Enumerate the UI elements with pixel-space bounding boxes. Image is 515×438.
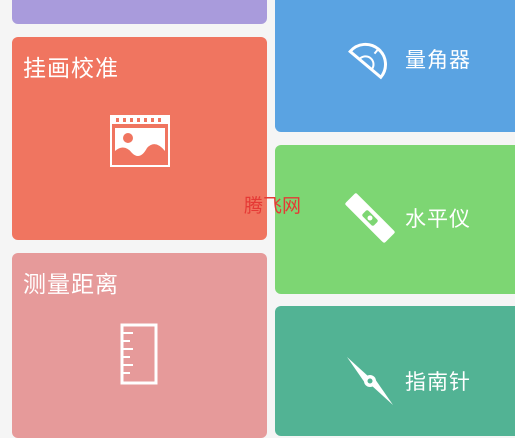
tile-picture-calibration[interactable]: 挂画校准 [12, 37, 267, 240]
tile-protractor[interactable]: 量角器 [275, 0, 515, 132]
protractor-row: 量角器 [345, 36, 471, 82]
ruler-icon [120, 323, 158, 385]
compass-row: 指南针 [345, 355, 471, 407]
tile-label: 水平仪 [405, 207, 471, 231]
tile-compass[interactable]: 指南针 [275, 306, 515, 436]
tile-title: 挂画校准 [23, 56, 119, 82]
spirit-level-icon [345, 193, 395, 243]
level-row: 水平仪 [345, 193, 471, 243]
tile-measure-distance[interactable]: 测量距离 [12, 253, 267, 438]
protractor-icon [348, 42, 387, 80]
image-frame-icon [110, 115, 170, 167]
tile-title: 测量距离 [23, 272, 119, 298]
tile-top-partial[interactable] [12, 0, 267, 24]
compass-icon [347, 357, 393, 405]
tile-spirit-level[interactable]: 水平仪 [275, 145, 515, 294]
watermark-text: 腾飞网 [244, 195, 302, 217]
tile-label: 量角器 [405, 48, 471, 72]
tile-label: 指南针 [405, 370, 471, 394]
